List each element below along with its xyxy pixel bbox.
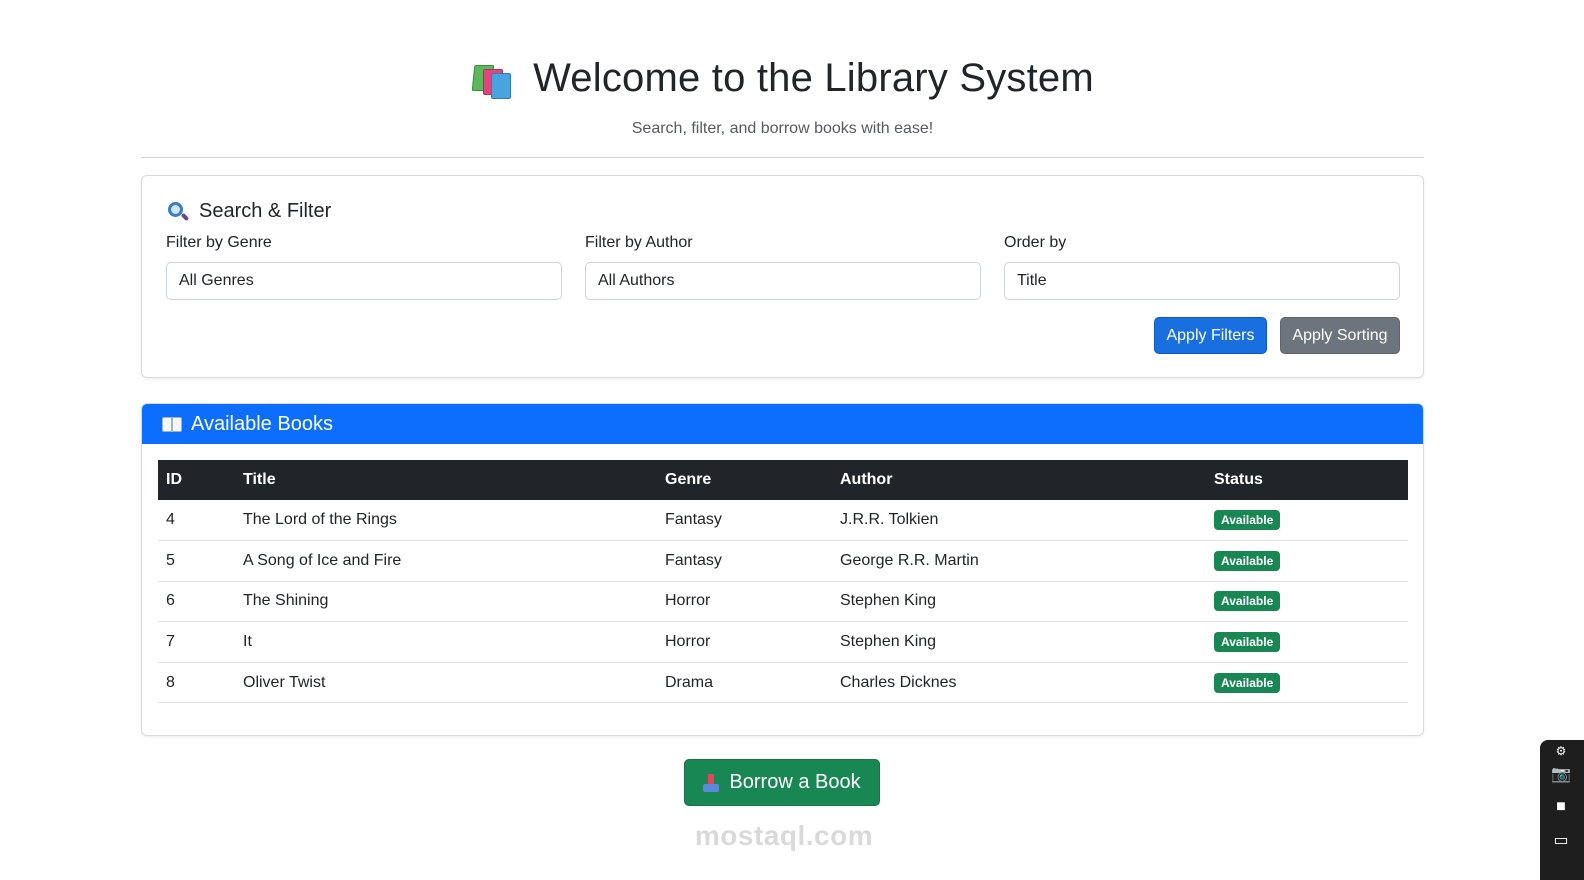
cell-id: 6 [158, 581, 235, 623]
cell-genre: Drama [657, 662, 832, 704]
order-group: Order by Title [1004, 234, 1400, 300]
table-row: 5 A Song of Ice and Fire Fantasy George … [158, 540, 1408, 582]
genre-select[interactable]: All Genres [166, 262, 562, 300]
cell-status: Available [1206, 540, 1408, 582]
column-header-id: ID [158, 460, 235, 500]
cell-genre: Fantasy [657, 540, 832, 582]
column-header-genre: Genre [657, 460, 832, 500]
cell-id: 7 [158, 621, 235, 663]
magnifier-icon [167, 201, 190, 223]
table-row: 6 The Shining Horror Stephen King Availa… [158, 581, 1408, 623]
cell-title: Oliver Twist [235, 662, 657, 704]
borrow-book-button[interactable]: Borrow a Book [684, 759, 880, 806]
author-filter-group: Filter by Author All Authors [585, 234, 981, 300]
cell-author: Charles Dicknes [832, 662, 1206, 704]
camera-icon[interactable]: 📷 [1548, 764, 1574, 786]
search-filter-card: Search & Filter Filter by Genre All Genr… [141, 175, 1424, 378]
page-header: Welcome to the Library System Search, fi… [141, 0, 1424, 158]
column-header-author: Author [832, 460, 1206, 500]
window-capture-icon[interactable]: ▭ [1548, 830, 1574, 852]
cell-title: A Song of Ice and Fire [235, 540, 657, 582]
books-table: ID Title Genre Author Status 4 The Lord … [158, 460, 1408, 704]
table-row: 8 Oliver Twist Drama Charles Dicknes Ava… [158, 662, 1408, 704]
cell-author: Stephen King [832, 621, 1206, 663]
status-badge: Available [1214, 550, 1281, 571]
order-label: Order by [1004, 234, 1067, 251]
search-filter-heading: Search & Filter [167, 200, 331, 223]
cell-genre: Horror [657, 581, 832, 623]
cell-id: 4 [158, 500, 235, 542]
order-select[interactable]: Title [1004, 262, 1400, 300]
status-badge: Available [1214, 510, 1281, 531]
available-books-title: Available Books [191, 412, 333, 435]
cell-status: Available [1206, 500, 1408, 542]
column-header-status: Status [1206, 460, 1408, 500]
borrow-book-label: Borrow a Book [729, 771, 861, 793]
genre-filter-label: Filter by Genre [166, 234, 272, 251]
cell-author: J.R.R. Tolkien [832, 500, 1206, 542]
page-title: Welcome to the Library System [533, 56, 1094, 100]
author-select[interactable]: All Authors [585, 262, 981, 300]
cell-genre: Horror [657, 621, 832, 663]
screen-capture-toolbar: ⚙ 📷 ■ ▭ [1540, 740, 1584, 880]
cell-title: It [235, 621, 657, 663]
cell-status: Available [1206, 662, 1408, 704]
apply-filters-button[interactable]: Apply Filters [1154, 317, 1267, 354]
search-filter-title: Search & Filter [199, 200, 332, 222]
table-row: 7 It Horror Stephen King Available [158, 621, 1408, 663]
page-subtitle: Search, filter, and borrow books with ea… [631, 120, 934, 137]
inbox-tray-icon [703, 773, 720, 792]
status-badge: Available [1214, 672, 1281, 693]
cell-author: Stephen King [832, 581, 1206, 623]
video-camera-icon[interactable]: ■ [1548, 796, 1574, 818]
available-books-header: Available Books [142, 404, 1423, 444]
title-row: Welcome to the Library System [141, 56, 1424, 101]
table-row: 4 The Lord of the Rings Fantasy J.R.R. T… [158, 500, 1408, 542]
genre-filter-group: Filter by Genre All Genres [166, 234, 562, 300]
cell-author: George R.R. Martin [832, 540, 1206, 582]
toolbar-settings-icon[interactable]: ⚙ [1548, 740, 1574, 762]
apply-sorting-button[interactable]: Apply Sorting [1280, 317, 1400, 354]
cell-status: Available [1206, 581, 1408, 623]
available-books-card: Available Books ID Title Genre Author St… [141, 403, 1424, 736]
cell-id: 8 [158, 662, 235, 704]
author-filter-label: Filter by Author [585, 234, 693, 251]
status-badge: Available [1214, 591, 1281, 612]
cell-title: The Lord of the Rings [235, 500, 657, 542]
cell-id: 5 [158, 540, 235, 582]
cell-status: Available [1206, 621, 1408, 663]
column-header-title: Title [235, 460, 657, 500]
status-badge: Available [1214, 632, 1281, 653]
table-header-row: ID Title Genre Author Status [158, 460, 1408, 500]
cell-title: The Shining [235, 581, 657, 623]
watermark: mostaql.com [694, 820, 874, 851]
books-icon [471, 59, 515, 99]
open-book-icon [162, 416, 182, 432]
cell-genre: Fantasy [657, 500, 832, 542]
